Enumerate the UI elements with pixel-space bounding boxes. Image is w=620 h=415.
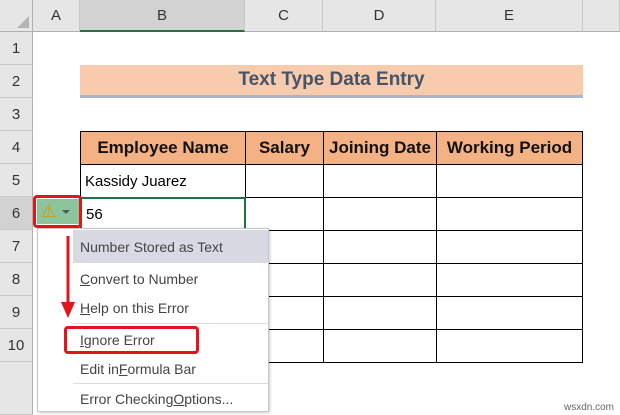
column-header-e[interactable]: E [436, 0, 583, 32]
row-header-11[interactable] [0, 362, 33, 415]
column-header-a[interactable]: A [33, 0, 80, 32]
highlight-box-smart-tag [33, 195, 82, 228]
row-header-7[interactable]: 7 [0, 230, 33, 263]
header-salary: Salary [245, 131, 324, 165]
cell-b6[interactable]: 56 [80, 197, 246, 231]
watermark: wsxdn.com [563, 402, 614, 413]
menu-separator [73, 323, 268, 324]
select-all-corner[interactable] [0, 0, 33, 32]
menu-header: Number Stored as Text [73, 230, 268, 263]
column-header-b[interactable]: B [80, 0, 245, 32]
header-working-period: Working Period [436, 131, 583, 165]
table-cell[interactable] [436, 329, 583, 363]
row-header-8[interactable]: 8 [0, 263, 33, 296]
table-cell[interactable] [323, 296, 437, 330]
red-arrow-icon [61, 236, 75, 318]
menu-item-convert-to-number[interactable]: Convert to Number [80, 264, 198, 294]
table-cell[interactable] [436, 197, 583, 231]
row-header-6[interactable]: 6 [0, 197, 33, 230]
row-header-3[interactable]: 3 [0, 98, 33, 131]
table-cell[interactable] [245, 164, 324, 198]
table-cell[interactable] [245, 197, 324, 231]
row-header-10[interactable]: 10 [0, 329, 33, 362]
column-header-c[interactable]: C [245, 0, 323, 32]
table-cell[interactable] [323, 230, 437, 264]
menu-item-error-checking-options[interactable]: Error Checking Options... [80, 385, 233, 412]
header-joining-date: Joining Date [323, 131, 437, 165]
header-employee-name: Employee Name [80, 131, 246, 165]
column-header-f[interactable] [583, 0, 620, 32]
row-header-2[interactable]: 2 [0, 65, 33, 98]
title-banner: Text Type Data Entry [80, 65, 583, 98]
column-header-d[interactable]: D [323, 0, 436, 32]
table-cell[interactable] [323, 329, 437, 363]
menu-separator [73, 383, 268, 384]
row-header-5[interactable]: 5 [0, 164, 33, 197]
cell-b5[interactable]: Kassidy Juarez [80, 164, 246, 198]
table-cell[interactable] [436, 164, 583, 198]
table-cell[interactable] [323, 197, 437, 231]
menu-item-help-on-error[interactable]: Help on this Error [80, 293, 189, 323]
table-cell[interactable] [436, 296, 583, 330]
table-cell[interactable] [436, 263, 583, 297]
table-cell[interactable] [323, 164, 437, 198]
highlight-box-ignore-error [64, 326, 199, 354]
row-header-1[interactable]: 1 [0, 32, 33, 65]
menu-item-edit-in-formula-bar[interactable]: Edit in Formula Bar [80, 354, 196, 383]
table-cell[interactable] [436, 230, 583, 264]
row-header-4[interactable]: 4 [0, 131, 33, 164]
row-header-9[interactable]: 9 [0, 296, 33, 329]
table-cell[interactable] [323, 263, 437, 297]
